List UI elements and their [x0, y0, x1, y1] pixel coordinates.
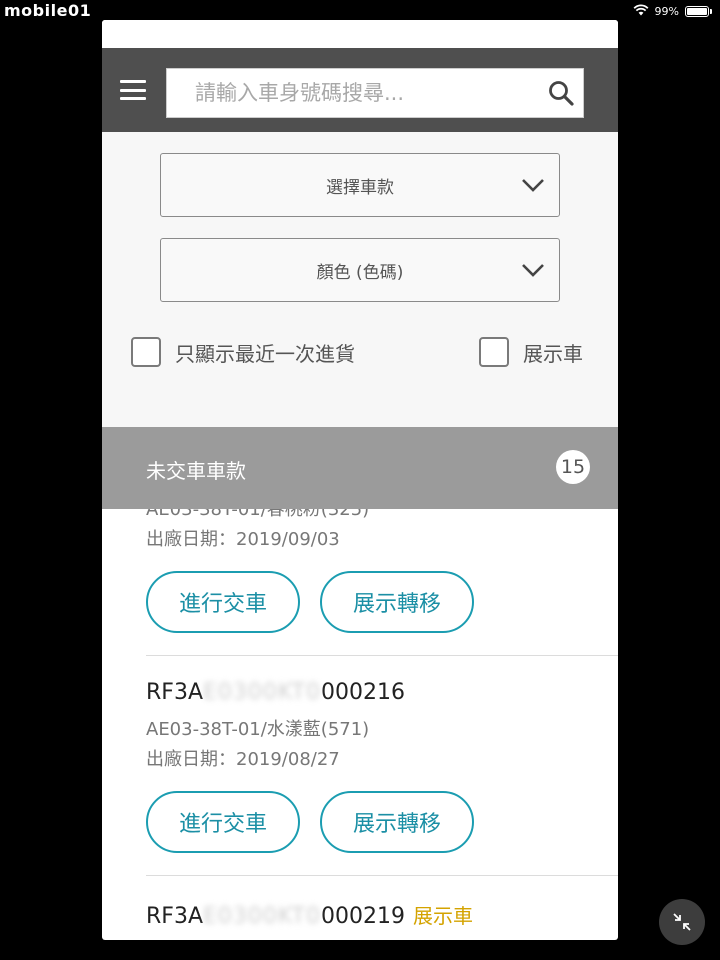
vin-redacted: E0300KT0	[203, 904, 322, 929]
search-input[interactable]	[167, 68, 539, 118]
status-right: 99%	[633, 4, 712, 19]
demo-car-label: 展示車	[523, 341, 583, 366]
filter-area: 選擇車款 顏色 (色碼) 只顯示最近一次進貨 展示車	[102, 132, 618, 427]
battery-tip	[710, 9, 712, 14]
item-actions: 進行交車 展示轉移	[146, 571, 618, 633]
demo-car-checkbox[interactable]	[479, 337, 509, 367]
item-model-color: AE03-38T-01/水漾藍(571)	[146, 719, 370, 740]
vin-prefix: RF3A	[146, 680, 203, 705]
watermark: mobile01	[4, 1, 92, 20]
deliver-button[interactable]: 進行交車	[146, 571, 300, 633]
recent-only-checkbox[interactable]	[131, 337, 161, 367]
item-model-color: AE03-38T-01/春桃粉(325)	[146, 939, 618, 940]
color-select[interactable]: 顏色 (色碼)	[160, 238, 560, 302]
wifi-icon	[633, 4, 649, 19]
transfer-button[interactable]: 展示轉移	[320, 571, 474, 633]
battery-icon	[685, 6, 709, 17]
section-title: 未交車車款	[146, 459, 246, 483]
item-vin: RF3AE0300KT0000219 展示車	[146, 900, 618, 929]
section-header: 未交車車款 15	[102, 427, 618, 509]
chevron-down-icon	[522, 264, 544, 277]
vin-suffix: 000216	[321, 680, 406, 705]
hamburger-menu-icon[interactable]	[120, 80, 146, 100]
item-model-color: AE03-38T-01/春桃粉(325)	[146, 509, 370, 520]
deliver-button[interactable]: 進行交車	[146, 791, 300, 853]
list-item: RF3AE0300KT0000216 AE03-38T-01/水漾藍(571) …	[146, 656, 618, 876]
recent-only-label: 只顯示最近一次進貨	[175, 341, 355, 366]
item-factory-date: 出廠日期：2019/09/03	[146, 529, 340, 550]
item-actions: 進行交車 展示轉移	[146, 791, 618, 853]
search-icon[interactable]	[539, 71, 583, 115]
status-bar: mobile01 99%	[0, 0, 720, 22]
list-item: RF3AE0300KT0000219 展示車 AE03-38T-01/春桃粉(32…	[146, 876, 618, 940]
list-item: AE03-38T-01/春桃粉(325) 出廠日期：2019/09/03 進行交…	[146, 509, 618, 656]
top-spacer	[102, 20, 618, 48]
item-factory-date: 出廠日期：2019/08/27	[146, 749, 340, 770]
count-badge: 15	[556, 450, 590, 484]
recent-only-toggle[interactable]: 只顯示最近一次進貨	[131, 337, 355, 367]
demo-car-tag: 展示車	[413, 904, 474, 928]
color-select-label: 顏色 (色碼)	[316, 262, 404, 283]
vin-suffix: 000219	[321, 904, 406, 929]
vin-redacted: E0300KT0	[203, 680, 322, 705]
item-vin: RF3AE0300KT0000216	[146, 680, 618, 705]
vehicle-list[interactable]: AE03-38T-01/春桃粉(325) 出廠日期：2019/09/03 進行交…	[102, 509, 618, 940]
model-select-label: 選擇車款	[326, 177, 394, 198]
battery-percent: 99%	[654, 5, 679, 18]
minimize-arrows-icon[interactable]	[659, 899, 705, 945]
app-frame: 選擇車款 顏色 (色碼) 只顯示最近一次進貨 展示車 未交車車款 15 AE03…	[102, 20, 618, 940]
chevron-down-icon	[522, 179, 544, 192]
search-box	[166, 68, 584, 118]
transfer-button[interactable]: 展示轉移	[320, 791, 474, 853]
model-select[interactable]: 選擇車款	[160, 153, 560, 217]
vin-prefix: RF3A	[146, 904, 203, 929]
header-bar	[102, 48, 618, 132]
demo-car-toggle[interactable]: 展示車	[479, 337, 583, 367]
